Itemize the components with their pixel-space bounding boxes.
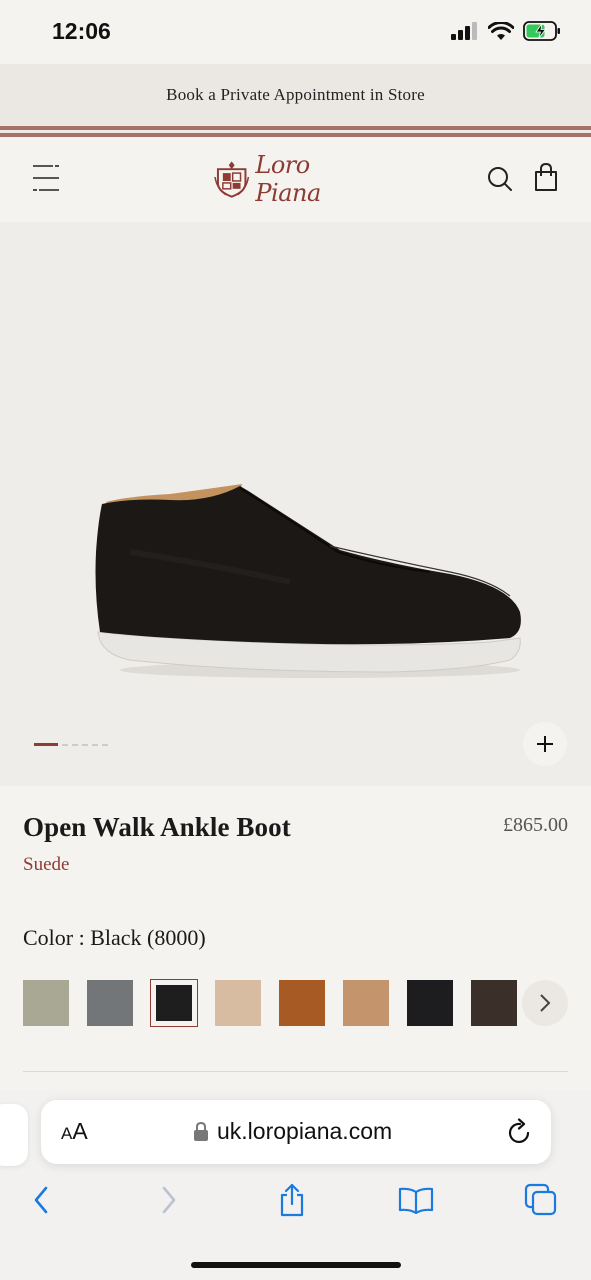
lock-icon <box>194 1121 208 1141</box>
color-swatch-cognac[interactable] <box>279 980 325 1026</box>
forward-chevron-icon <box>162 1186 176 1214</box>
gallery-pagination[interactable] <box>34 743 108 746</box>
color-swatch-sage[interactable] <box>23 980 69 1026</box>
appointment-banner[interactable]: Book a Private Appointment in Store <box>0 64 591 126</box>
url-text: uk.loropiana.com <box>217 1118 393 1144</box>
book-icon <box>398 1187 434 1214</box>
color-swatch-tan[interactable] <box>343 980 389 1026</box>
product-image-ankle-boot[interactable] <box>90 472 530 682</box>
status-icons <box>451 21 561 41</box>
crest-icon <box>214 161 250 198</box>
share-button[interactable] <box>274 1182 310 1218</box>
gallery-dot[interactable] <box>92 743 98 746</box>
color-swatch-black-selected[interactable] <box>150 979 198 1027</box>
product-material: Suede <box>23 854 70 875</box>
search-button[interactable] <box>486 165 514 193</box>
reload-icon <box>508 1118 530 1144</box>
color-swatch-grey[interactable] <box>87 980 133 1026</box>
tabs-icon <box>524 1183 557 1216</box>
gallery-dot[interactable] <box>82 743 88 746</box>
color-swatches <box>23 979 517 1027</box>
forward-button[interactable] <box>151 1182 187 1218</box>
product-title: Open Walk Ankle Boot <box>23 812 291 842</box>
shopping-bag-button[interactable] <box>532 162 560 192</box>
browser-toolbar: AA uk.loropiana.com <box>0 1090 591 1280</box>
tabs-button[interactable] <box>523 1182 559 1218</box>
appointment-banner-text[interactable]: Book a Private Appointment in Store <box>166 85 425 105</box>
chevron-right-icon <box>540 994 551 1012</box>
shopping-bag-icon <box>535 162 557 191</box>
zoom-button[interactable] <box>523 722 567 766</box>
address-bar[interactable]: AA uk.loropiana.com <box>41 1100 551 1164</box>
menu-button[interactable] <box>30 163 62 193</box>
brand-logo-text: Loro Piana <box>255 151 321 207</box>
home-indicator <box>191 1262 401 1268</box>
color-swatch-brown[interactable] <box>471 980 517 1026</box>
bookmarks-button[interactable] <box>398 1182 434 1218</box>
back-chevron-icon <box>34 1186 48 1214</box>
gallery-dot[interactable] <box>62 743 68 746</box>
url-display[interactable]: uk.loropiana.com <box>193 1118 392 1145</box>
previous-tab-preview[interactable] <box>0 1104 28 1166</box>
color-swatch-beige[interactable] <box>215 980 261 1026</box>
status-time: 12:06 <box>52 18 111 44</box>
cellular-signal-icon <box>451 22 477 40</box>
product-gallery[interactable] <box>0 222 591 786</box>
search-icon <box>488 167 512 191</box>
gallery-dot[interactable] <box>102 743 108 746</box>
share-icon <box>280 1183 304 1217</box>
browser-nav-row <box>0 1182 591 1222</box>
aa-big-label: A <box>72 1118 88 1144</box>
reader-options-button[interactable]: AA <box>61 1118 88 1145</box>
gallery-dot-active[interactable] <box>34 743 58 746</box>
gallery-dot[interactable] <box>72 743 78 746</box>
reload-button[interactable] <box>507 1118 533 1146</box>
color-label: Color : Black (8000) <box>23 925 206 950</box>
site-header: Loro Piana <box>0 137 591 222</box>
product-price: £865.00 <box>503 814 568 836</box>
brand-logo[interactable]: Loro Piana <box>214 151 380 207</box>
plus-icon <box>537 736 553 752</box>
aa-small-label: A <box>61 1124 73 1143</box>
swatches-next-button[interactable] <box>522 980 568 1026</box>
back-button[interactable] <box>23 1182 59 1218</box>
color-swatch-black[interactable] <box>407 980 453 1026</box>
hamburger-menu-icon <box>33 165 59 191</box>
decorative-stripes <box>0 126 591 137</box>
wifi-icon <box>488 21 514 40</box>
status-bar: 12:06 <box>0 0 591 64</box>
divider <box>23 1071 568 1072</box>
battery-charging-icon <box>523 21 560 41</box>
